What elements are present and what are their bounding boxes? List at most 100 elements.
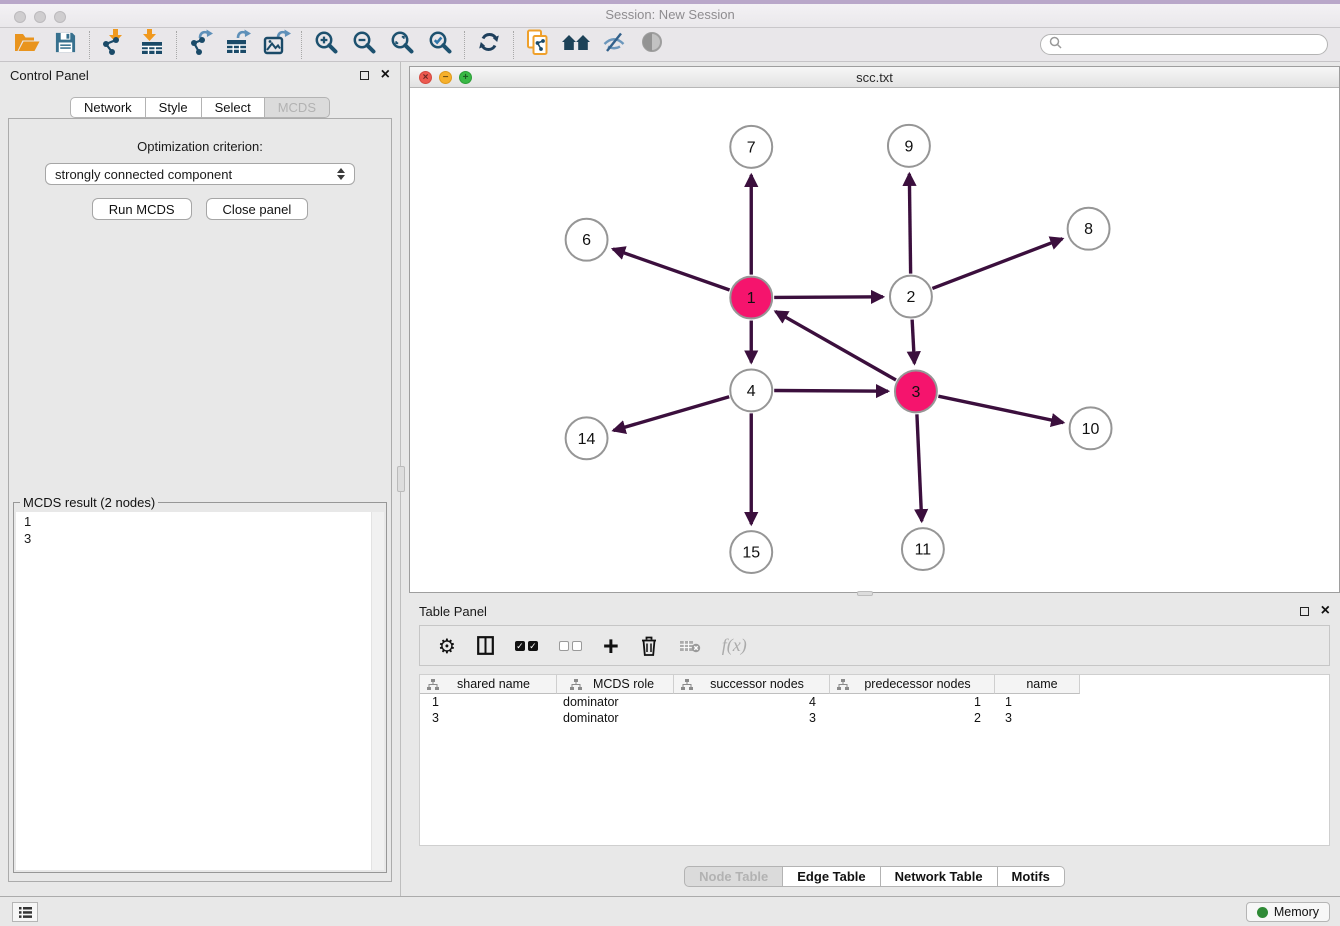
tab-motifs[interactable]: Motifs [997,866,1065,887]
result-scrollbar[interactable] [371,512,384,870]
zoom-fit-button[interactable] [383,30,421,60]
mcds-result-box[interactable]: 13 [16,512,384,870]
table-toolbar: ⚙ ✓✓ + [419,625,1330,666]
save-floppy-icon [54,31,77,59]
export-network-button[interactable] [182,30,220,60]
select-all-columns-button[interactable]: ✓✓ [515,641,538,651]
graph-node-15[interactable]: 15 [730,531,772,573]
table-cell: 4 [674,695,830,709]
graph-node-1[interactable]: 1 [730,277,772,319]
mcds-result-line: 3 [24,530,376,547]
export-table-button[interactable] [220,30,258,60]
table-options-button[interactable]: ⚙ [438,636,456,656]
graph-node-3[interactable]: 3 [895,370,937,412]
toolbar-separator [89,31,90,59]
run-mcds-button[interactable]: Run MCDS [92,198,192,220]
delete-column-button[interactable] [640,636,658,656]
task-history-button[interactable] [12,902,38,922]
close-panel-icon[interactable]: × [381,69,390,81]
export-image-button[interactable] [258,30,296,60]
graph-node-9[interactable]: 9 [888,125,930,167]
graph-edge-3-11[interactable] [917,414,922,521]
import-table-icon [139,29,165,60]
trash-icon [640,636,658,656]
search-input[interactable] [1067,38,1319,52]
tab-node-table[interactable]: Node Table [684,866,783,887]
float-panel-icon[interactable] [360,71,369,80]
toolbar-separator [176,31,177,59]
graph-node-6[interactable]: 6 [566,219,608,261]
close-panel-button[interactable]: Close panel [206,198,309,220]
graph-edge-2-9[interactable] [909,174,910,274]
tab-network[interactable]: Network [70,97,146,118]
delete-table-icon [679,638,701,654]
tab-network-table[interactable]: Network Table [880,866,998,887]
graph-node-label: 3 [911,384,920,401]
close-table-panel-icon[interactable]: × [1321,605,1330,617]
network-canvas[interactable]: 7 9 6 8 1 2 4 3 14 10 15 11 [410,89,1339,592]
table-row[interactable]: 1dominator411 [420,694,1329,710]
import-network-button[interactable] [95,30,133,60]
refresh-icon [477,30,501,59]
create-column-button[interactable]: + [603,636,619,656]
memory-button[interactable]: Memory [1246,902,1330,922]
checked-box-icon: ✓ [528,641,538,651]
eye-slash-icon [602,31,627,59]
graph-edge-2-3[interactable] [912,320,914,364]
refresh-layout-button[interactable] [470,30,508,60]
save-session-button[interactable] [46,30,84,60]
graph-node-8[interactable]: 8 [1068,208,1110,250]
zoom-selected-button[interactable] [421,30,459,60]
graph-edge-4-14[interactable] [613,397,729,431]
vertical-splitter-handle[interactable] [397,466,405,492]
tab-edge-table[interactable]: Edge Table [782,866,880,887]
column-header-mcds-role[interactable]: MCDS role [557,675,674,694]
new-network-from-selection-button[interactable] [519,30,557,60]
tab-mcds[interactable]: MCDS [264,97,330,118]
hide-selected-button[interactable] [595,30,633,60]
import-table-button[interactable] [133,30,171,60]
show-columns-button[interactable] [477,636,494,655]
graph-node-10[interactable]: 10 [1070,407,1112,449]
graph-edge-1-2[interactable] [774,297,883,298]
graph-node-4[interactable]: 4 [730,369,772,411]
show-all-button[interactable] [633,30,671,60]
column-header-predecessor-nodes[interactable]: predecessor nodes [830,675,995,694]
toolbar-search-field[interactable] [1040,34,1328,55]
eye-disabled-icon [641,31,663,58]
float-table-panel-icon[interactable] [1300,607,1309,616]
column-header-successor-nodes[interactable]: successor nodes [674,675,830,694]
zoom-in-button[interactable] [307,30,345,60]
network-minimize-button[interactable]: − [439,71,452,84]
mcds-result-group: MCDS result (2 nodes) 13 [13,495,387,873]
table-row[interactable]: 3dominator323 [420,710,1329,726]
column-header-shared-name[interactable]: shared name [420,675,557,694]
graph-edge-4-3[interactable] [774,391,888,392]
tab-style[interactable]: Style [145,97,202,118]
graph-edge-1-6[interactable] [613,249,730,290]
graph-node-11[interactable]: 11 [902,528,944,570]
attribute-icon [681,679,693,690]
tab-select[interactable]: Select [201,97,265,118]
criterion-select[interactable]: strongly connected component [45,163,355,185]
memory-label: Memory [1274,905,1319,919]
column-header-name[interactable]: name [995,675,1080,694]
graph-node-label: 9 [904,138,913,155]
zoom-out-button[interactable] [345,30,383,60]
graph-edge-3-1[interactable] [775,311,895,380]
graph-edge-2-8[interactable] [932,239,1062,289]
unselect-all-columns-button[interactable] [559,641,582,651]
graph-edge-3-10[interactable] [938,396,1063,422]
table-cell: dominator [557,695,674,709]
open-session-button[interactable] [8,30,46,60]
graph-node-2[interactable]: 2 [890,276,932,318]
columns-icon [477,636,494,655]
network-maximize-button[interactable]: + [459,71,472,84]
graph-node-7[interactable]: 7 [730,126,772,168]
graph-node-14[interactable]: 14 [566,417,608,459]
graph-node-label: 1 [747,290,756,307]
horizontal-splitter-handle[interactable] [857,591,873,596]
first-neighbors-button[interactable] [557,30,595,60]
network-close-button[interactable]: × [419,71,432,84]
status-bar: Memory [0,896,1340,926]
